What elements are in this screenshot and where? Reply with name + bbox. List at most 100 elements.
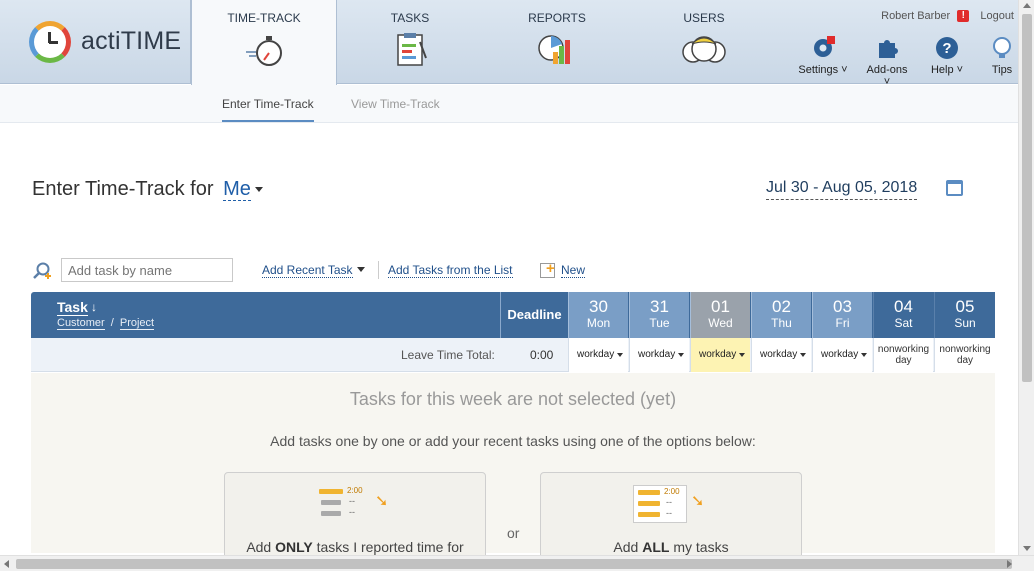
day-type-select-thu[interactable]: workday <box>751 338 811 372</box>
nav-tab-users[interactable]: USERS <box>631 0 777 84</box>
option-label-post: tasks I reported time for <box>312 539 464 555</box>
chevron-down-icon[interactable] <box>357 267 365 272</box>
scrollbar-thumb[interactable] <box>1022 14 1032 382</box>
help-menu[interactable]: ? Help ˅ <box>927 36 967 76</box>
actitime-window: actiTIME TIME-TRACK TASKS REPORTS USERS … <box>0 0 1034 571</box>
scroll-down-icon[interactable] <box>1023 546 1031 551</box>
date-range-selector[interactable]: Jul 30 - Aug 05, 2018 <box>766 179 918 200</box>
day-header-thu: 02 Thu <box>751 292 811 338</box>
addons-label: Add-ons <box>866 64 908 76</box>
addons-menu[interactable]: Add-ons ˅ <box>862 36 912 88</box>
option-label-pre: Add <box>246 539 276 555</box>
puzzle-icon <box>879 40 898 58</box>
chevron-down-icon <box>678 353 684 357</box>
day-type-value: workday <box>699 349 737 360</box>
deadline-column-header: Deadline <box>500 292 568 338</box>
mini-dash-label: -- <box>666 497 672 507</box>
option-label-bold: ONLY <box>275 539 313 555</box>
mini-dash-label: -- <box>349 507 355 517</box>
day-number: 30 <box>589 297 608 316</box>
day-type-select-mon[interactable]: workday <box>568 338 628 372</box>
user-name[interactable]: Robert Barber <box>881 10 950 22</box>
calendar-icon[interactable] <box>946 180 963 196</box>
scroll-up-icon[interactable] <box>1023 3 1031 8</box>
divider <box>378 261 379 279</box>
task-list-icon: 2:00 -- -- <box>317 485 371 523</box>
day-number: 05 <box>955 297 975 316</box>
nav-tab-label: TIME-TRACK <box>227 11 301 25</box>
project-sort-link[interactable]: Project <box>119 317 155 330</box>
arrow-icon: ➘ <box>375 493 389 510</box>
scrollbar-thumb[interactable] <box>16 559 1012 569</box>
day-type-sat[interactable]: nonworking day <box>873 338 933 372</box>
alert-icon[interactable]: ! <box>957 10 970 23</box>
day-name: Sun <box>954 316 976 330</box>
day-type-select-tue[interactable]: workday <box>629 338 689 372</box>
logout-link[interactable]: Logout <box>980 10 1014 22</box>
option-label: Add ALL my tasks <box>541 539 801 555</box>
day-name: Thu <box>771 316 792 330</box>
option-label-bold: ALL <box>642 539 670 555</box>
subtab-enter-time-track[interactable]: Enter Time-Track <box>222 97 314 122</box>
app-logo[interactable]: actiTIME <box>0 0 191 84</box>
scroll-right-icon[interactable] <box>1007 560 1012 568</box>
add-tasks-from-list-link[interactable]: Add Tasks from the List <box>388 263 513 278</box>
nonworking-label: nonworking <box>939 344 991 355</box>
user-bar: Robert Barber ! Logout <box>881 10 1014 23</box>
settings-menu[interactable]: Settings ˅ <box>798 36 848 76</box>
chevron-down-icon <box>739 353 745 357</box>
new-task-link[interactable]: New <box>561 263 586 278</box>
day-header-fri: 03 Fri <box>812 292 872 338</box>
nav-tab-time-track[interactable]: TIME-TRACK <box>191 0 337 85</box>
customer-sort-link[interactable]: Customer <box>57 317 105 330</box>
scroll-left-icon[interactable] <box>4 560 9 568</box>
day-header-sun: 05 Sun <box>934 292 995 338</box>
task-sort-link[interactable]: Task <box>57 299 88 316</box>
mini-time-label: 2:00 <box>664 487 680 496</box>
nav-tab-reports[interactable]: REPORTS <box>484 0 630 84</box>
day-type-value: workday <box>638 349 676 360</box>
sub-navigation: Enter Time-Track View Time-Track <box>0 85 1018 123</box>
search-add-icon <box>33 262 51 279</box>
nav-tab-label: REPORTS <box>528 11 586 25</box>
day-number: 03 <box>833 297 852 316</box>
svg-text:?: ? <box>942 40 951 57</box>
gear-icon <box>814 36 835 57</box>
horizontal-scrollbar[interactable] <box>0 555 1034 571</box>
add-all-tasks-option[interactable]: 2:00 -- -- ➘ Add ALL my tasks <box>540 472 802 562</box>
user-selector[interactable]: Me <box>223 178 251 201</box>
day-type-select-wed[interactable]: workday <box>690 338 750 372</box>
chevron-down-icon[interactable] <box>254 187 263 193</box>
task-search-input[interactable] <box>61 258 233 282</box>
chevron-down-icon <box>617 353 623 357</box>
day-type-sun[interactable]: nonworking day <box>934 338 995 372</box>
day-header-tue: 31 Tue <box>629 292 689 338</box>
or-separator: or <box>507 525 520 541</box>
option-label-pre: Add <box>613 539 643 555</box>
top-navigation-bar: actiTIME TIME-TRACK TASKS REPORTS USERS … <box>0 0 1018 88</box>
day-name: Wed <box>708 316 733 330</box>
day-header-sat: 04 Sat <box>873 292 933 338</box>
empty-state-panel: Tasks for this week are not selected (ye… <box>31 373 995 562</box>
vertical-scrollbar[interactable] <box>1018 0 1034 555</box>
day-type-value: workday <box>577 349 615 360</box>
nonworking-label-2: day <box>956 355 974 366</box>
nav-tab-tasks[interactable]: TASKS <box>337 0 483 84</box>
customer-project-links: Customer / Project <box>57 317 155 330</box>
empty-state-subtitle: Add tasks one by one or add your recent … <box>270 433 756 449</box>
day-number: 01 <box>711 297 730 316</box>
tips-menu[interactable]: Tips <box>986 36 1018 76</box>
nonworking-label-2: day <box>895 355 912 366</box>
tips-label: Tips <box>991 64 1013 76</box>
add-recent-task-link[interactable]: Add Recent Task <box>262 263 353 278</box>
page-title: Enter Time-Track for Me <box>32 178 263 201</box>
clock-logo-icon <box>29 21 71 63</box>
new-task-icon[interactable] <box>540 260 555 278</box>
add-reported-tasks-option[interactable]: 2:00 -- -- ➘ Add ONLY tasks I reported t… <box>224 472 486 562</box>
day-name: Tue <box>649 316 670 330</box>
day-type-select-fri[interactable]: workday <box>812 338 872 372</box>
help-icon: ? <box>936 37 958 59</box>
nonworking-label: nonworking <box>877 344 930 355</box>
sort-arrow-icon[interactable]: ↓ <box>91 300 97 314</box>
subtab-view-time-track[interactable]: View Time-Track <box>351 97 440 111</box>
